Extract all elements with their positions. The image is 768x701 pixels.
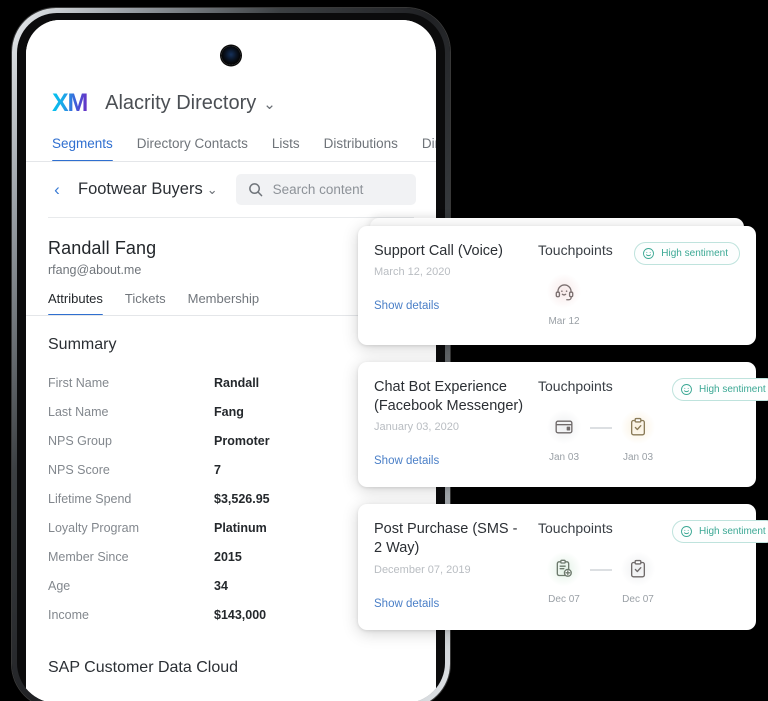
- show-details-link[interactable]: Show details: [374, 455, 439, 467]
- card-title: Post Purchase (SMS - 2 Way): [374, 521, 518, 557]
- card-summary: Chat Bot Experience (Facebook Messenger)…: [374, 378, 524, 469]
- touchpoint-row: Dec 07 Dec 07: [538, 552, 664, 605]
- card-summary: Post Purchase (SMS - 2 Way) December 07,…: [374, 520, 524, 611]
- show-details-link[interactable]: Show details: [374, 598, 439, 610]
- card-title: Support Call (Voice): [374, 243, 503, 259]
- tab-lists[interactable]: Lists: [272, 136, 300, 162]
- app-header: XM Alacrity Directory ⌄: [26, 78, 436, 124]
- touchpoint[interactable]: Jan 03: [612, 410, 664, 463]
- attribute-key: Last Name: [48, 404, 109, 419]
- card-date: March 12, 2020: [374, 266, 451, 279]
- clipboard-check-icon: [621, 552, 655, 587]
- search-icon: [248, 183, 262, 197]
- sms-survey-icon: [547, 552, 581, 587]
- touchpoint-date: Dec 07: [622, 594, 654, 606]
- experience-card[interactable]: Support Call (Voice) March 12, 2020 Show…: [358, 226, 756, 345]
- chat-window-icon: [547, 410, 581, 444]
- attribute-key: NPS Group: [48, 433, 112, 448]
- attribute-key: First Name: [48, 375, 110, 390]
- touchpoints-label: Touchpoints: [538, 242, 613, 258]
- touchpoint-connector: [590, 569, 612, 571]
- card-sentiment: High sentiment: [634, 242, 740, 265]
- headset-icon: [547, 274, 581, 308]
- smiley-icon: [681, 526, 692, 538]
- smiley-icon: [643, 248, 655, 259]
- search-placeholder: Search content: [272, 182, 364, 197]
- segment-toolbar: ‹ Footwear Buyers ⌄ Search content: [26, 162, 436, 217]
- smiley-icon: [681, 384, 692, 395]
- segment-selector[interactable]: Footwear Buyers ⌄: [78, 180, 218, 199]
- attribute-value: Platinum: [214, 520, 267, 535]
- status-badge: High sentiment: [634, 242, 740, 265]
- front-camera-icon: [221, 46, 241, 65]
- card-touchpoints: Touchpoints Jan 03 Jan 03: [532, 378, 664, 469]
- experience-card[interactable]: Post Purchase (SMS - 2 Way) December 07,…: [358, 504, 768, 630]
- chevron-down-icon: ⌄: [206, 182, 218, 197]
- experience-card[interactable]: Chat Bot Experience (Facebook Messenger)…: [358, 362, 768, 488]
- page-title: Alacrity Directory: [105, 91, 257, 114]
- touchpoint-date: Jan 03: [622, 452, 654, 463]
- attribute-key: Income: [48, 607, 89, 622]
- attribute-value: 7: [214, 462, 221, 477]
- card-sentiment: High sentiment: [672, 378, 768, 401]
- xm-logo: XM: [52, 88, 88, 117]
- attribute-key: Member Since: [48, 549, 129, 564]
- primary-tab-bar: Segments Directory Contacts Lists Distri…: [26, 124, 436, 162]
- attribute-value: $3,526.95: [214, 491, 270, 506]
- tab-attributes[interactable]: Attributes: [48, 291, 103, 316]
- attribute-key: Lifetime Spend: [48, 491, 132, 506]
- tab-membership[interactable]: Membership: [188, 291, 260, 316]
- search-input[interactable]: Search content: [235, 174, 416, 205]
- screenshot-stage: XM Alacrity Directory ⌄ Segments Director…: [0, 0, 768, 701]
- chevron-down-icon: ⌄: [263, 95, 276, 113]
- sentiment-label: High sentiment: [661, 248, 728, 259]
- project-title-dropdown[interactable]: Alacrity Directory ⌄: [105, 92, 276, 115]
- touchpoint[interactable]: Jan 03: [538, 410, 590, 463]
- attribute-key: NPS Score: [48, 462, 110, 477]
- sentiment-label: High sentiment: [699, 526, 766, 538]
- attribute-value: 34: [214, 578, 228, 593]
- attribute-key: Loyalty Program: [48, 520, 140, 535]
- segment-name: Footwear Buyers: [78, 180, 203, 198]
- card-title: Chat Bot Experience (Facebook Messenger): [374, 379, 524, 415]
- tab-distributions[interactable]: Distributions: [324, 136, 398, 162]
- touchpoint-connector: [590, 427, 612, 429]
- chevron-left-icon[interactable]: ‹: [48, 180, 66, 200]
- status-badge: High sentiment: [672, 520, 768, 544]
- touchpoint[interactable]: Dec 07: [612, 552, 664, 605]
- tab-directory-contacts[interactable]: Directory Contacts: [137, 136, 248, 162]
- attribute-value: 2015: [214, 549, 242, 564]
- tab-direct[interactable]: Direct: [422, 136, 436, 162]
- status-badge: High sentiment: [672, 378, 768, 401]
- touchpoints-label: Touchpoints: [538, 378, 613, 394]
- card-date: December 07, 2019: [374, 563, 471, 576]
- touchpoint[interactable]: Mar 12: [538, 274, 590, 327]
- clipboard-check-icon: [621, 410, 655, 444]
- attribute-value: Fang: [214, 404, 244, 419]
- touchpoint-row: Jan 03 Jan 03: [538, 410, 664, 463]
- experience-card-stack: Support Call (Voice) March 12, 2020 Show…: [358, 218, 768, 647]
- touchpoint[interactable]: Dec 07: [538, 552, 590, 605]
- card-date: January 03, 2020: [374, 421, 460, 434]
- attribute-value: Randall: [214, 375, 260, 390]
- card-sentiment: High sentiment: [672, 520, 768, 544]
- attribute-key: Age: [48, 578, 71, 593]
- tab-segments[interactable]: Segments: [52, 136, 113, 162]
- touchpoints-label: Touchpoints: [538, 520, 613, 537]
- touchpoint-row: Mar 12: [538, 274, 626, 327]
- tab-tickets[interactable]: Tickets: [125, 291, 166, 316]
- attribute-value: Promoter: [214, 433, 270, 448]
- card-touchpoints: Touchpoints Mar 12: [532, 242, 626, 327]
- sentiment-label: High sentiment: [699, 384, 766, 395]
- touchpoint-date: Dec 07: [548, 594, 580, 606]
- card-touchpoints: Touchpoints Dec 07 Dec 07: [532, 520, 664, 611]
- show-details-link[interactable]: Show details: [374, 300, 439, 312]
- touchpoint-date: Mar 12: [548, 316, 580, 327]
- attribute-value: $143,000: [214, 607, 267, 622]
- touchpoint-date: Jan 03: [548, 452, 580, 463]
- card-summary: Support Call (Voice) March 12, 2020 Show…: [374, 242, 524, 327]
